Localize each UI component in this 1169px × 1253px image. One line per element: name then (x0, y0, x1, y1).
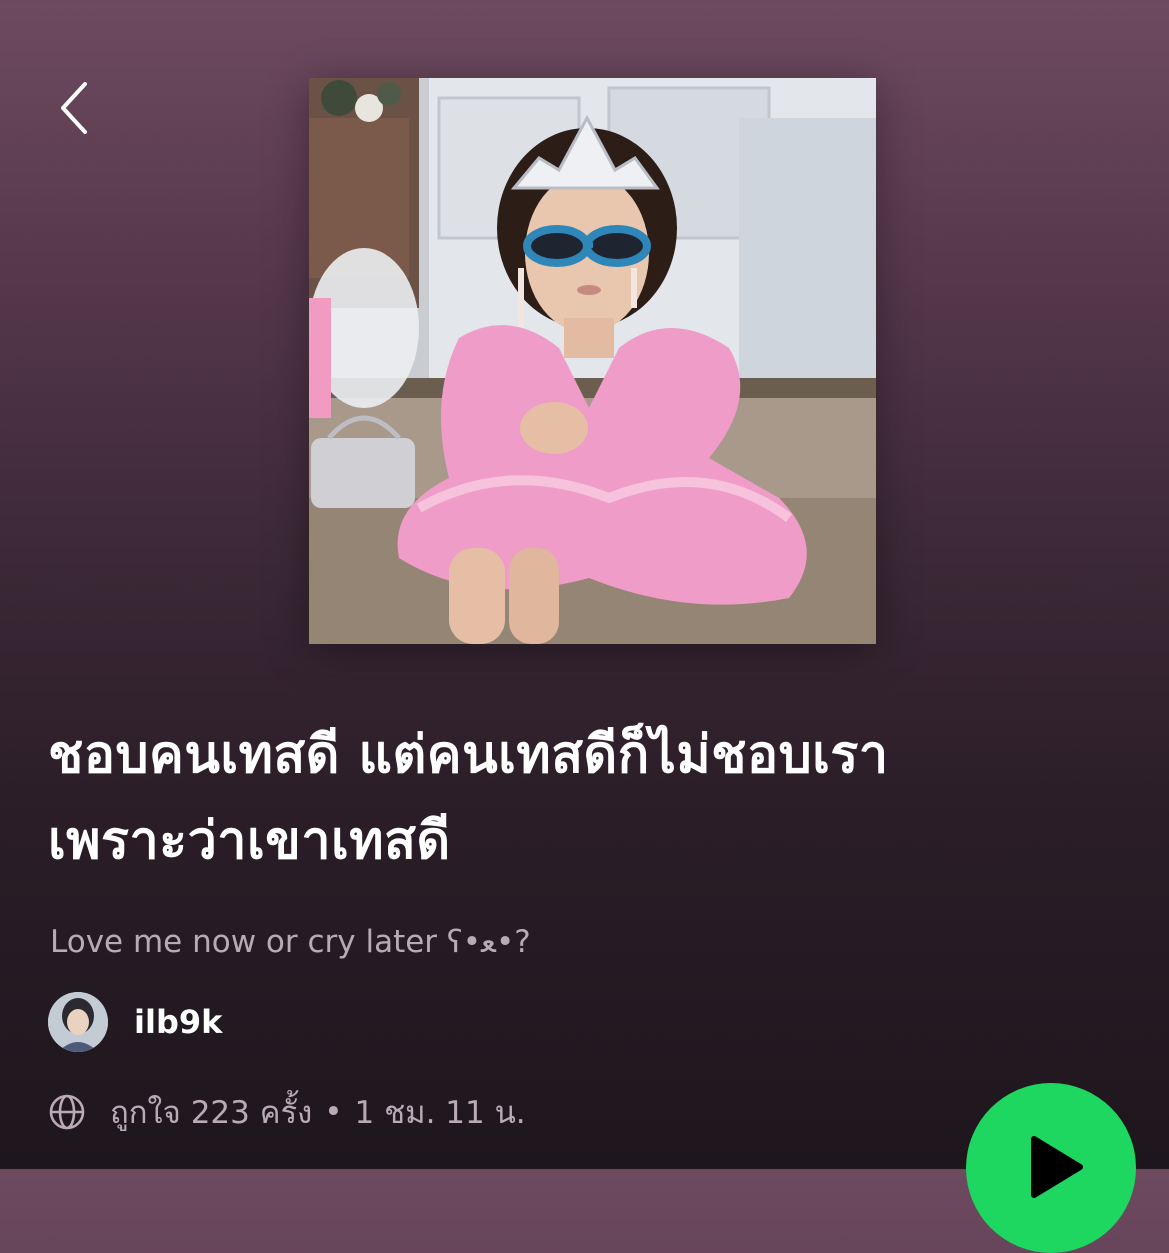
playlist-owner[interactable]: ilb9k (48, 992, 222, 1052)
playlist-description: Love me now or cry later ʕ•ﻌ•? (50, 924, 531, 960)
playlist-cover-image (309, 78, 876, 644)
user-avatar[interactable] (48, 992, 108, 1052)
playlist-meta: ถูกใจ 223 ครั้ง • 1 ชม. 11 น. (48, 1090, 526, 1134)
likes-count: ถูกใจ 223 ครั้ง (110, 1095, 313, 1131)
playlist-title-line-1: ชอบคนเทสดี แต่คนเทสดีก็ไม่ชอบเรา (48, 725, 889, 785)
playlist-title: ชอบคนเทสดี แต่คนเทสดีก็ไม่ชอบเรา เพราะว่… (48, 712, 1148, 884)
play-button[interactable] (966, 1083, 1136, 1253)
owner-name[interactable]: ilb9k (134, 1003, 222, 1041)
globe-icon (49, 1094, 85, 1130)
back-button[interactable] (46, 78, 102, 138)
playlist-duration: 1 ชม. 11 น. (354, 1095, 526, 1131)
playlist-title-line-2: เพราะว่าเขาเทสดี (48, 811, 451, 871)
meta-separator: • (324, 1094, 343, 1130)
chevron-left-icon (61, 82, 87, 134)
play-icon (1031, 1136, 1083, 1198)
